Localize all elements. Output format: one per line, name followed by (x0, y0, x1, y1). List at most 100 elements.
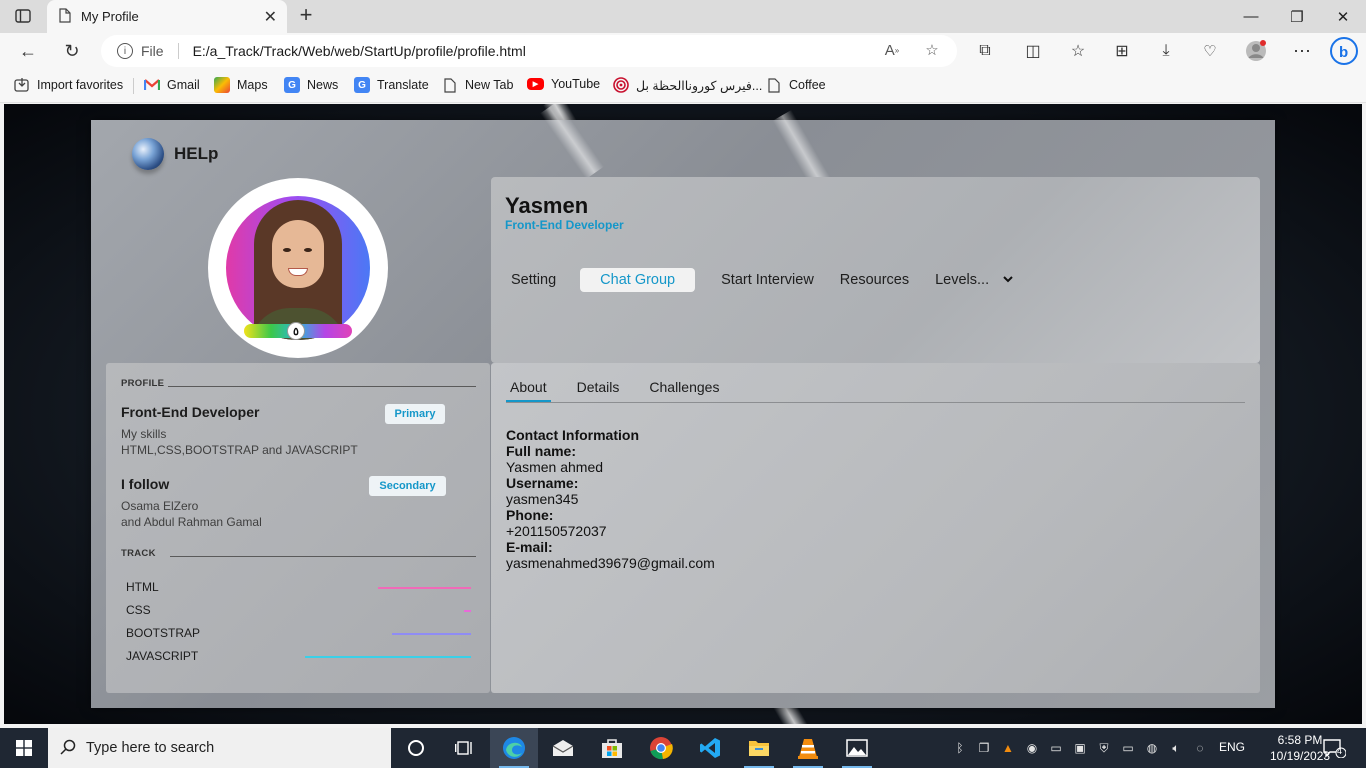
file-explorer-icon[interactable] (735, 728, 783, 768)
minimize-button[interactable]: — (1228, 0, 1274, 33)
cortana-icon[interactable] (392, 728, 440, 768)
nav-start-interview[interactable]: Start Interview (715, 268, 834, 292)
fav-label: News (307, 78, 339, 92)
vlc-app-icon[interactable] (784, 728, 832, 768)
tray-app-icon[interactable]: ▣ (1072, 740, 1088, 756)
brand[interactable]: HELp (132, 138, 218, 170)
collections-icon[interactable]: ⊞ (1110, 39, 1134, 63)
fav-label: New Tab (465, 78, 514, 92)
read-aloud-icon[interactable]: A» (881, 39, 903, 61)
security-icon[interactable]: ⛨ (1096, 740, 1112, 756)
battery-icon[interactable]: ▭ (1120, 740, 1136, 756)
tab-challenges[interactable]: Challenges (645, 377, 723, 402)
task-view-icon[interactable] (440, 728, 488, 768)
mail-app-icon[interactable] (539, 728, 587, 768)
profile-sidebar: PROFILE Front-End Developer Primary My s… (106, 363, 490, 693)
fav-translate[interactable]: G Translate (354, 77, 429, 93)
network-icon[interactable]: ◍ (1144, 740, 1160, 756)
copilot-icon[interactable]: b (1330, 37, 1358, 65)
track-label: CSS (126, 603, 151, 617)
nav-levels-dropdown[interactable]: Levels... (929, 268, 1013, 292)
extensions-icon[interactable]: ⧉ (973, 39, 997, 63)
skills-text: My skills HTML,CSS,BOOTSTRAP and JAVASCR… (121, 426, 358, 458)
fav-gmail[interactable]: Gmail (144, 77, 200, 93)
close-tab-icon[interactable]: ✕ (264, 7, 277, 27)
new-tab-button[interactable]: + (294, 4, 318, 28)
update-icon[interactable]: ◉ (1024, 740, 1040, 756)
avatar-eye (283, 248, 291, 252)
nav-setting[interactable]: Setting (505, 268, 576, 292)
address-url[interactable]: E:/a_Track/Track/Web/web/StartUp/profile… (193, 43, 526, 59)
vlc-tray-icon[interactable]: ▲ (1000, 740, 1016, 756)
tab-details[interactable]: Details (573, 377, 624, 402)
chrome-app-icon[interactable] (637, 728, 685, 768)
browser-tab[interactable]: My Profile ✕ (47, 0, 287, 33)
maps-icon (214, 77, 230, 93)
fav-youtube[interactable]: ▶ YouTube (527, 77, 600, 91)
fav-new-tab[interactable]: New Tab (442, 77, 513, 93)
copy-icon[interactable]: ❐ (976, 740, 992, 756)
more-menu-icon[interactable]: ⋯ (1290, 39, 1314, 63)
edge-app-icon[interactable] (490, 728, 538, 768)
vscode-app-icon[interactable] (686, 728, 734, 768)
avatar-photo (226, 196, 370, 340)
fav-corona[interactable]: فيرس كوروناالحظة بل... (613, 77, 762, 93)
performance-icon[interactable]: ♡ (1198, 39, 1222, 63)
page-icon (442, 77, 458, 93)
tab-about[interactable]: About (506, 377, 551, 402)
clock-date: 10/19/2023 (1270, 749, 1331, 763)
favorite-star-icon[interactable]: ☆ (921, 39, 943, 61)
contact-information: Contact Information Full name: Yasmen ah… (506, 427, 715, 571)
photos-app-icon[interactable] (833, 728, 881, 768)
svg-text:b: b (1339, 44, 1348, 61)
youtube-icon: ▶ (527, 78, 544, 90)
language-indicator[interactable]: ENG (1219, 740, 1245, 754)
browser-toolbar: ← ↻ i File E:/a_Track/Track/Web/web/Star… (0, 33, 1366, 69)
volume-icon[interactable]: 🔈︎ (1168, 740, 1184, 756)
tab-strip: My Profile ✕ + — ❐ ✕ (0, 0, 1366, 33)
restore-button[interactable]: ❐ (1274, 0, 1320, 33)
clock[interactable]: 6:58 PM 10/19/2023 (1270, 732, 1330, 764)
fav-coffee[interactable]: Coffee (766, 77, 826, 93)
nav-resources[interactable]: Resources (834, 268, 929, 292)
search-icon (60, 739, 76, 758)
page-icon (766, 77, 782, 93)
close-window-button[interactable]: ✕ (1320, 0, 1366, 33)
profile-avatar-icon[interactable] (1244, 39, 1268, 63)
address-scheme: File (141, 43, 179, 59)
refresh-icon[interactable]: ↻ (60, 39, 84, 63)
phone-value: +201150572037 (506, 523, 607, 539)
track-progress-bar (378, 587, 471, 589)
track-label: BOOTSTRAP (126, 626, 201, 640)
meet-icon[interactable]: ◌ (1192, 740, 1208, 756)
fullname-value: Yasmen ahmed (506, 459, 604, 475)
skills-line: HTML,CSS,BOOTSTRAP and JAVASCRIPT (121, 443, 358, 457)
divider (169, 556, 476, 557)
address-bar[interactable]: i File E:/a_Track/Track/Web/web/StartUp/… (101, 35, 957, 67)
back-arrow-icon[interactable]: ← (16, 39, 40, 63)
primary-badge: Primary (385, 404, 445, 424)
notification-center-icon[interactable]: 4 (1322, 738, 1347, 759)
bluetooth-icon[interactable]: ᛒ (952, 740, 968, 756)
profile-header-card: Yasmen Front-End Developer Setting Chat … (491, 177, 1260, 363)
username-value: yasmen345 (506, 491, 579, 507)
fav-import-favorites[interactable]: Import favorites (14, 77, 123, 93)
page-icon (59, 7, 71, 26)
display-icon[interactable]: ▭ (1048, 740, 1064, 756)
split-screen-icon[interactable]: ◫ (1021, 39, 1045, 63)
info-icon[interactable]: i (117, 43, 133, 59)
store-app-icon[interactable] (588, 728, 636, 768)
follow-text: Osama ElZero and Abdul Rahman Gamal (121, 498, 262, 530)
fav-label: فيرس كوروناالحظة بل... (636, 78, 763, 93)
fav-maps[interactable]: Maps (214, 77, 268, 93)
windows-start-icon[interactable] (0, 728, 48, 768)
fav-news[interactable]: G News (284, 77, 338, 93)
profile-section-title: PROFILE (121, 378, 476, 389)
username-label: Username: (506, 475, 579, 491)
favorites-icon[interactable]: ☆ (1066, 39, 1090, 63)
tab-actions-icon[interactable] (10, 6, 36, 26)
downloads-icon[interactable]: ⤓ (1154, 39, 1178, 63)
track-progress-bar (464, 610, 471, 612)
nav-chat-group[interactable]: Chat Group (580, 268, 696, 292)
taskbar-search[interactable]: Type here to search (48, 728, 391, 768)
